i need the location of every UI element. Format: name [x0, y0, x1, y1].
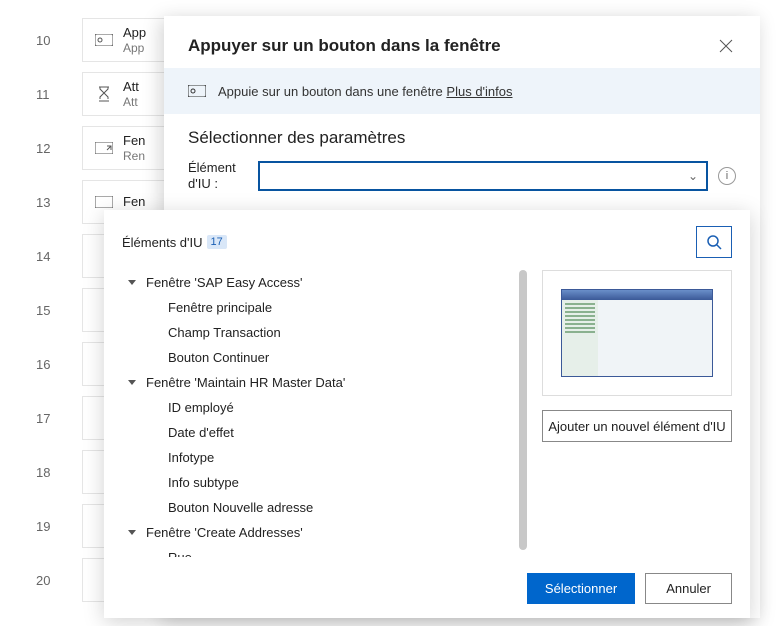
step-number: 14 — [36, 249, 50, 264]
resize-icon — [95, 139, 113, 157]
tree-item[interactable]: Bouton Nouvelle adresse — [122, 495, 510, 520]
step-number: 18 — [36, 465, 50, 480]
step-title: Fen — [123, 194, 145, 210]
ui-element-dropdown[interactable]: ⌄ — [258, 161, 708, 191]
close-icon — [719, 39, 733, 53]
close-button[interactable] — [716, 36, 736, 56]
tree-item[interactable]: Bouton Continuer — [122, 345, 510, 370]
step-number: 12 — [36, 141, 50, 156]
tree-item[interactable]: Rue — [122, 545, 510, 557]
tree-window-node[interactable]: Fenêtre 'Maintain HR Master Data' — [122, 370, 510, 395]
tree-item[interactable]: ID employé — [122, 395, 510, 420]
info-icon[interactable]: i — [718, 167, 736, 185]
resize-icon — [95, 193, 113, 211]
select-button[interactable]: Sélectionner — [527, 573, 635, 604]
tree-window-node[interactable]: Fenêtre 'SAP Easy Access' — [122, 270, 510, 295]
step-number: 17 — [36, 411, 50, 426]
ui-element-label: Élément d'IU : — [188, 160, 248, 191]
tree-item[interactable]: Infotype — [122, 445, 510, 470]
cancel-button[interactable]: Annuler — [645, 573, 732, 604]
tree-scrollbar[interactable] — [518, 270, 528, 557]
step-sub: Att — [123, 95, 139, 109]
tree-item[interactable]: Champ Transaction — [122, 320, 510, 345]
tree-window-node[interactable]: Fenêtre 'Create Addresses' — [122, 520, 510, 545]
ui-element-tree: Fenêtre 'SAP Easy Access' Fenêtre princi… — [122, 270, 518, 557]
chevron-down-icon[interactable]: ⌄ — [688, 169, 698, 183]
window-button-icon — [188, 82, 206, 100]
step-number: 10 — [36, 33, 50, 48]
info-bar: Appuie sur un bouton dans une fenêtre Pl… — [164, 68, 760, 114]
picker-count-badge: 17 — [207, 235, 227, 249]
preview-thumbnail — [542, 270, 732, 396]
tree-item[interactable]: Info subtype — [122, 470, 510, 495]
step-number: 15 — [36, 303, 50, 318]
search-button[interactable] — [696, 226, 732, 258]
scrollbar-thumb[interactable] — [519, 270, 527, 550]
picker-label: Éléments d'IU — [122, 235, 203, 250]
step-number: 13 — [36, 195, 50, 210]
step-sub: App — [123, 41, 146, 55]
step-number: 11 — [36, 87, 50, 102]
more-info-link[interactable]: Plus d'infos — [446, 84, 512, 99]
modal-header: Appuyer sur un bouton dans la fenêtre — [164, 16, 760, 68]
ui-element-picker: Éléments d'IU 17 Fenêtre 'SAP Easy Acces… — [104, 210, 750, 618]
step-number: 19 — [36, 519, 50, 534]
add-ui-element-button[interactable]: Ajouter un nouvel élément d'IU — [542, 410, 732, 442]
info-text: Appuie sur un bouton dans une fenêtre Pl… — [218, 84, 513, 99]
step-sub: Ren — [123, 149, 145, 163]
tree-item[interactable]: Date d'effet — [122, 420, 510, 445]
tree-item[interactable]: Fenêtre principale — [122, 295, 510, 320]
params-heading: Sélectionner des paramètres — [188, 128, 736, 160]
modal-title: Appuyer sur un bouton dans la fenêtre — [188, 36, 501, 56]
step-number: 20 — [36, 573, 50, 588]
hourglass-icon — [95, 85, 113, 103]
window-icon — [95, 31, 113, 49]
step-title: Att — [123, 79, 139, 95]
step-title: Fen — [123, 133, 145, 149]
step-title: App — [123, 25, 146, 41]
step-number: 16 — [36, 357, 50, 372]
params-section: Sélectionner des paramètres Élément d'IU… — [164, 128, 760, 199]
search-icon — [706, 234, 722, 250]
